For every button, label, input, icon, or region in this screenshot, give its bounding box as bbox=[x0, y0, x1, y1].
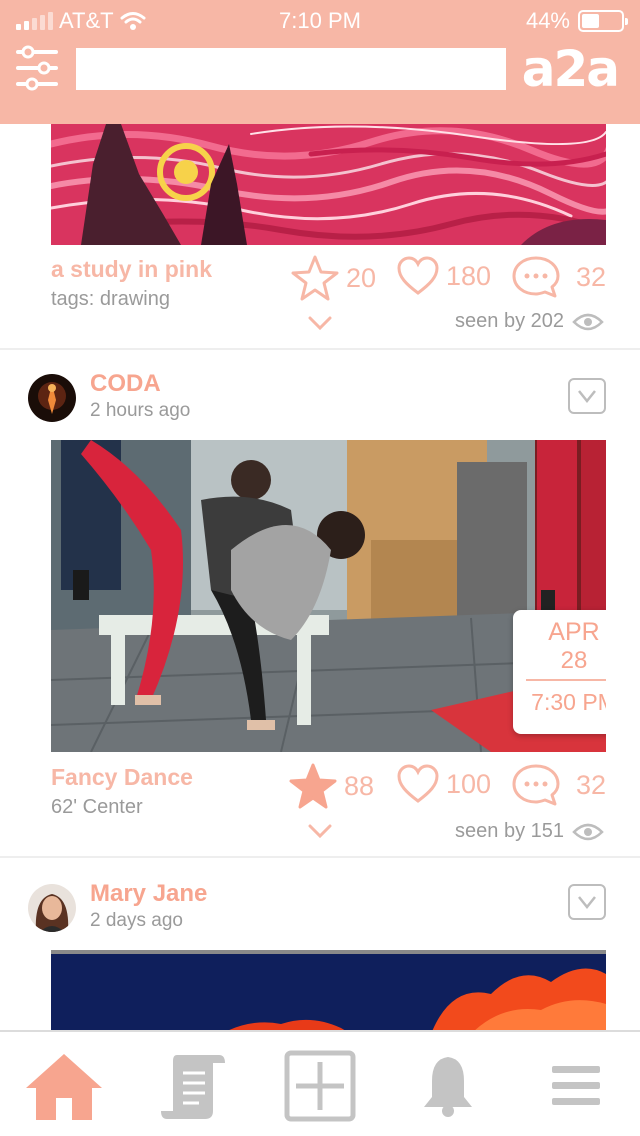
avatar[interactable] bbox=[28, 374, 76, 422]
like-button[interactable]: 180 bbox=[396, 254, 491, 298]
post-title[interactable]: Fancy Dance bbox=[51, 764, 193, 791]
seen-by-label: seen by 151 bbox=[455, 820, 564, 842]
post-image[interactable] bbox=[51, 124, 606, 245]
post-card: a study in pink tags: drawing 20 180 32 … bbox=[0, 124, 640, 350]
post-card: CODA 2 hours ago APR 28 7:30 P Fancy Dan… bbox=[0, 350, 640, 858]
eye-icon bbox=[572, 313, 604, 330]
eye-icon bbox=[572, 823, 604, 840]
favorite-button[interactable]: 88 bbox=[288, 762, 374, 810]
like-button[interactable]: 100 bbox=[396, 762, 491, 806]
comment-button[interactable]: 32 bbox=[510, 762, 606, 808]
star-icon bbox=[291, 255, 339, 301]
post-image[interactable]: APR 28 7:30 PM bbox=[51, 440, 606, 752]
post-author[interactable]: Mary Jane bbox=[90, 880, 207, 908]
feed[interactable]: a study in pink tags: drawing 20 180 32 … bbox=[0, 124, 640, 1030]
chevron-down-icon bbox=[578, 896, 596, 909]
post-menu-button[interactable] bbox=[568, 378, 606, 414]
post-author[interactable]: CODA bbox=[90, 370, 161, 398]
sliders-icon bbox=[16, 45, 58, 91]
seen-by-label: seen by 202 bbox=[455, 310, 564, 332]
tab-notifications[interactable] bbox=[408, 1048, 488, 1124]
chevron-down-icon bbox=[578, 390, 596, 403]
like-count: 180 bbox=[446, 260, 492, 291]
tab-menu[interactable] bbox=[536, 1048, 616, 1124]
menu-icon bbox=[552, 1066, 600, 1105]
scroll-icon bbox=[161, 1055, 225, 1119]
flower-photo bbox=[51, 954, 606, 1030]
like-count: 100 bbox=[446, 768, 492, 799]
event-date-card[interactable]: APR 28 7:30 PM bbox=[513, 610, 606, 734]
comment-icon bbox=[512, 764, 560, 806]
tab-feed[interactable] bbox=[152, 1048, 232, 1124]
post-location: 62' Center bbox=[51, 796, 143, 818]
battery: 44% bbox=[525, 8, 628, 34]
seen-by: seen by 151 bbox=[455, 820, 604, 843]
chevron-down-icon[interactable] bbox=[308, 316, 332, 330]
avatar[interactable] bbox=[28, 884, 76, 932]
post-menu-button[interactable] bbox=[568, 884, 606, 920]
comment-count: 32 bbox=[576, 261, 607, 292]
starry-painting-image bbox=[51, 124, 606, 245]
favorite-count: 88 bbox=[344, 770, 375, 801]
comment-button[interactable]: 32 bbox=[510, 254, 606, 300]
post-card: Mary Jane 2 days ago bbox=[0, 858, 640, 1030]
app-header: AT&T 7:10 PM 44% a2a bbox=[0, 0, 640, 124]
search-input[interactable] bbox=[76, 48, 506, 90]
battery-icon bbox=[578, 10, 628, 32]
tab-add[interactable] bbox=[280, 1048, 360, 1124]
seen-by: seen by 202 bbox=[455, 310, 604, 333]
bell-icon bbox=[424, 1057, 472, 1117]
event-month: APR bbox=[548, 618, 600, 646]
heart-icon bbox=[397, 256, 439, 295]
status-bar: AT&T 7:10 PM 44% bbox=[0, 0, 640, 40]
event-day: 28 bbox=[526, 647, 606, 681]
comment-count: 32 bbox=[576, 769, 607, 800]
heart-icon bbox=[397, 764, 439, 803]
battery-label: 44% bbox=[525, 8, 570, 33]
event-time: 7:30 PM bbox=[531, 689, 606, 715]
favorite-button[interactable]: 20 bbox=[290, 254, 376, 302]
filter-button[interactable] bbox=[16, 44, 58, 92]
favorite-count: 20 bbox=[346, 262, 377, 293]
bottom-tab-bar bbox=[0, 1030, 640, 1136]
tab-home[interactable] bbox=[24, 1048, 104, 1124]
home-icon bbox=[26, 1054, 102, 1120]
post-time: 2 hours ago bbox=[90, 400, 191, 421]
post-title[interactable]: a study in pink bbox=[51, 256, 212, 283]
chevron-down-icon[interactable] bbox=[308, 824, 332, 838]
comment-icon bbox=[512, 256, 560, 298]
star-filled-icon bbox=[289, 763, 337, 809]
post-tags: tags: drawing bbox=[51, 288, 170, 310]
add-square-icon bbox=[284, 1050, 356, 1122]
app-logo: a2a bbox=[521, 40, 620, 98]
post-image[interactable] bbox=[51, 950, 606, 1030]
post-time: 2 days ago bbox=[90, 910, 183, 931]
